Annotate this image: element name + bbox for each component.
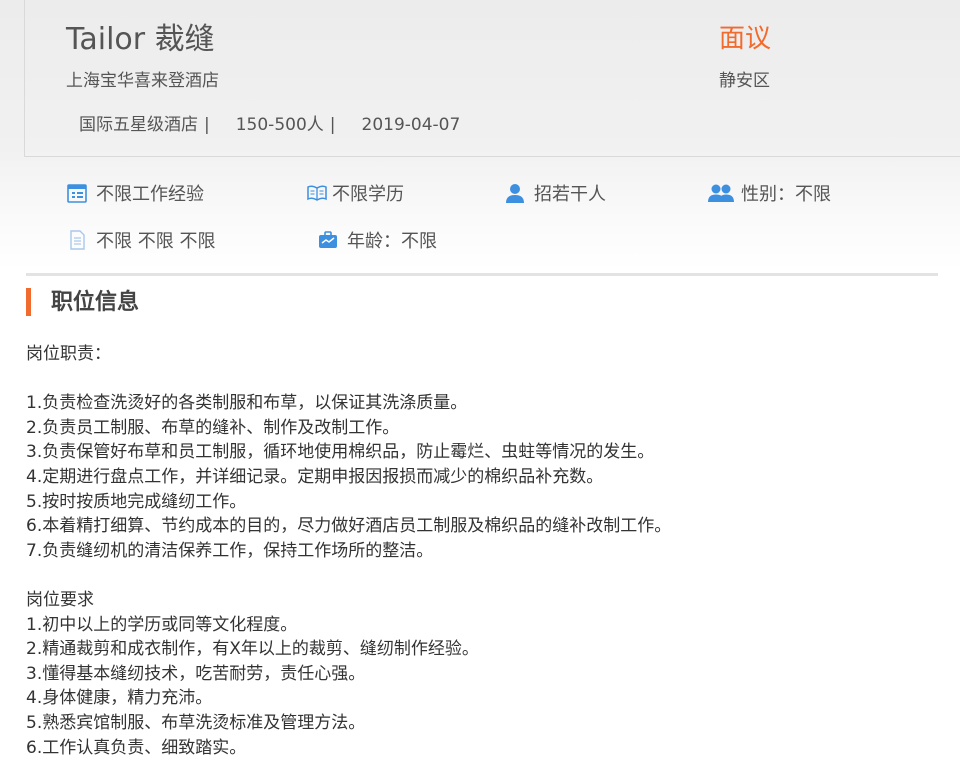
requirement-gender: 性别：不限 bbox=[707, 180, 831, 206]
person-icon bbox=[506, 184, 524, 203]
education-text: 不限学历 bbox=[332, 184, 404, 205]
post-date: 2019-04-07 bbox=[361, 115, 461, 135]
calendar-icon bbox=[67, 184, 87, 203]
salary: 面议 bbox=[719, 24, 772, 54]
qualification-item: 3.懂得基本缝纫技术，吃苦耐劳，责任心强。 bbox=[26, 663, 366, 684]
misc-text: 不限 不限 不限 bbox=[96, 231, 216, 252]
requirement-experience: 不限工作经验 bbox=[66, 180, 204, 206]
requirement-age: 年龄：不限 bbox=[317, 227, 437, 253]
duty-item: 5.按时按质地完成缝纫工作。 bbox=[26, 491, 247, 512]
qualification-item: 6.工作认真负责、细致踏实。 bbox=[26, 737, 247, 758]
company-type: 国际五星级酒店 bbox=[79, 115, 198, 135]
job-title: Tailor 裁缝 bbox=[66, 22, 215, 57]
company-size: 150-500人 bbox=[235, 115, 324, 135]
qualifications-heading: 岗位要求 bbox=[26, 589, 94, 610]
company-name[interactable]: 上海宝华喜来登酒店 bbox=[66, 66, 219, 91]
duty-item: 6.本着精打细算、节约成本的目的，尽力做好酒店员工制服及棉织品的缝补改制工作。 bbox=[26, 516, 672, 537]
meta-separator: | bbox=[204, 115, 210, 135]
duty-item: 4.定期进行盘点工作，并详细记录。定期申报因报损而减少的棉织品补充数。 bbox=[26, 466, 604, 487]
book-icon bbox=[307, 185, 327, 201]
headcount-text: 招若干人 bbox=[534, 184, 606, 205]
qualification-item: 1.初中以上的学历或同等文化程度。 bbox=[26, 614, 298, 635]
people-icon bbox=[708, 184, 734, 202]
experience-text: 不限工作经验 bbox=[96, 184, 204, 205]
gender-text: 性别：不限 bbox=[741, 184, 831, 205]
qualification-item: 2.精通裁剪和成衣制作，有X年以上的裁剪、缝纫制作经验。 bbox=[26, 639, 479, 660]
requirement-headcount: 招若干人 bbox=[504, 180, 606, 206]
qualification-item: 4.身体健康，精力充沛。 bbox=[26, 688, 213, 709]
job-description: 岗位职责： 1.负责检查洗烫好的各类制服和布草，以保证其洗涤质量。 2.负责员工… bbox=[26, 342, 671, 760]
district: 静安区 bbox=[719, 71, 770, 91]
age-text: 年龄：不限 bbox=[347, 231, 437, 252]
section-divider bbox=[26, 273, 938, 276]
duties-heading: 岗位职责： bbox=[26, 344, 111, 364]
document-icon bbox=[70, 230, 85, 250]
requirement-education: 不限学历 bbox=[306, 180, 404, 206]
duty-item: 3.负责保管好布草和员工制服，循环地使用棉织品，防止霉烂、虫蛀等情况的发生。 bbox=[26, 442, 655, 463]
section-title: 职位信息 bbox=[26, 288, 139, 316]
duty-item: 1.负责检查洗烫好的各类制服和布草，以保证其洗涤质量。 bbox=[26, 393, 468, 414]
briefcase-icon bbox=[319, 231, 337, 248]
company-meta: 国际五星级酒店 | 150-500人 | 2019-04-07 bbox=[79, 110, 460, 135]
qualification-item: 5.熟悉宾馆制服、布草洗烫标准及管理方法。 bbox=[26, 712, 366, 733]
meta-separator: | bbox=[329, 115, 336, 135]
requirement-misc: 不限 不限 不限 bbox=[66, 227, 215, 253]
duty-item: 7.负责缝纫机的清洁保养工作，保持工作场所的整洁。 bbox=[26, 540, 434, 561]
duty-item: 2.负责员工制服、布草的缝补、制作及改制工作。 bbox=[26, 417, 400, 438]
